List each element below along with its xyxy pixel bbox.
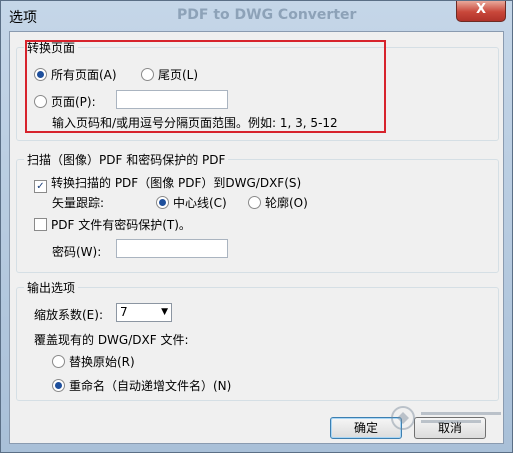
- vector-trace-label: 矢量跟踪:: [52, 196, 105, 210]
- replace-original-radio[interactable]: 替换原始(R): [52, 353, 135, 370]
- centerline-label: 中心线(C): [173, 196, 227, 210]
- outline-label: 轮廓(O): [265, 196, 308, 210]
- dropdown-arrow-icon: ▼: [161, 307, 168, 317]
- scale-value: 7: [120, 305, 128, 319]
- close-button[interactable]: X: [456, 1, 506, 22]
- replace-original-radio-icon: [52, 355, 65, 368]
- scale-label: 缩放系数(E):: [34, 308, 103, 322]
- convert-scanned-checkbox[interactable]: ✓ 转换扫描的 PDF（图像 PDF）到DWG/DXF(S): [34, 174, 301, 193]
- centerline-radio[interactable]: 中心线(C): [156, 194, 227, 211]
- convert-scanned-label: 转换扫描的 PDF（图像 PDF）到DWG/DXF(S): [51, 176, 302, 190]
- empty-checkbox-icon: [34, 218, 47, 231]
- password-input[interactable]: [116, 239, 228, 258]
- check-mark-icon: ✓: [34, 180, 47, 193]
- rename-label: 重命名（自动递增文件名）(N): [69, 379, 232, 393]
- output-options-title: 输出选项: [24, 279, 79, 296]
- options-dialog: 选项 PDF to DWG Converter X 转换页面 所有页面(A) 尾…: [0, 0, 513, 453]
- scale-select[interactable]: 7 ▼: [116, 303, 172, 322]
- highlight-box: [25, 40, 386, 133]
- overwrite-label: 覆盖现有的 DWG/DXF 文件:: [34, 333, 189, 347]
- watermark-logo-icon: [391, 406, 501, 430]
- replace-original-label: 替换原始(R): [69, 355, 135, 369]
- rename-radio[interactable]: 重命名（自动递增文件名）(N): [52, 377, 231, 394]
- window-title: 选项: [9, 10, 37, 26]
- outline-radio[interactable]: 轮廓(O): [248, 194, 308, 211]
- background-window-title: PDF to DWG Converter: [177, 7, 357, 23]
- centerline-radio-icon: [156, 196, 169, 209]
- password-protected-label: PDF 文件有密码保护(T)。: [51, 218, 191, 232]
- title-bar[interactable]: 选项 PDF to DWG Converter X: [1, 1, 513, 33]
- scanned-pdf-title: 扫描（图像）PDF 和密码保护的 PDF: [24, 151, 229, 168]
- rename-radio-icon: [52, 379, 65, 392]
- password-label: 密码(W):: [52, 245, 102, 259]
- outline-radio-icon: [248, 196, 261, 209]
- password-protected-checkbox[interactable]: PDF 文件有密码保护(T)。: [34, 216, 191, 233]
